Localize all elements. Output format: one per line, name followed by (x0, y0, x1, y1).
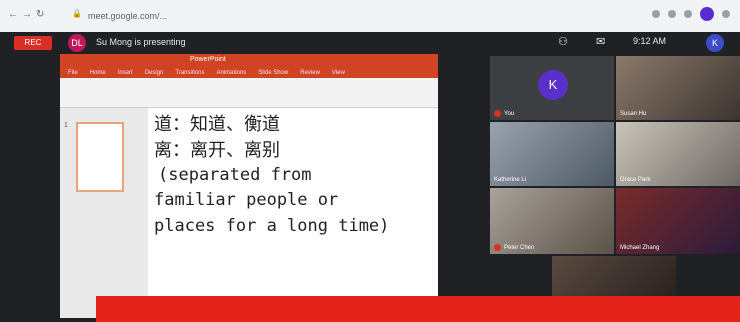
participant-tile-you[interactable]: K You (490, 56, 614, 120)
star-icon[interactable] (652, 10, 660, 18)
thumb-number: 1 (64, 122, 68, 129)
tab-animations[interactable]: Animations (217, 68, 247, 78)
participant-name: Peter Chen (504, 244, 535, 251)
participant-tile-1[interactable]: Susan Hu (616, 56, 740, 120)
forward-icon[interactable]: → (22, 9, 32, 20)
tab-transitions[interactable]: Transitions (175, 68, 204, 78)
browser-toolbar: ← → ↻ 🔒 meet.google.com/... (0, 0, 740, 32)
mic-off-icon (494, 110, 501, 117)
extension-icon-2[interactable] (684, 10, 692, 18)
mic-off-icon (494, 244, 501, 251)
tab-home[interactable]: Home (90, 68, 106, 78)
back-icon[interactable]: ← (8, 9, 18, 20)
self-view (552, 256, 676, 296)
tab-insert[interactable]: Insert (118, 68, 133, 78)
participant-tile-2[interactable]: Katherine Li (490, 122, 614, 186)
browser-actions (652, 7, 730, 21)
participant-tile-3[interactable]: Grace Park (616, 122, 740, 186)
menu-icon[interactable] (722, 10, 730, 18)
participant-tile-4[interactable]: Peter Chen (490, 188, 614, 254)
ppt-title: PowerPoint (190, 56, 226, 63)
ribbon-tabs: File Home Insert Design Transitions Anim… (60, 68, 438, 78)
lock-icon: 🔒 (72, 9, 82, 18)
reload-icon[interactable]: ↻ (36, 9, 44, 20)
slide-thumbnail[interactable] (76, 122, 124, 192)
slide-line-1: 道：知道、衡道 (154, 114, 280, 135)
presentation-window: PowerPoint File Home Insert Design Trans… (60, 54, 438, 318)
extension-icon[interactable] (668, 10, 676, 18)
participant-name: Michael Zhang (620, 245, 660, 251)
slide-line-4: familiar people or (154, 190, 339, 210)
slide-line-3: (separated from (158, 165, 312, 185)
ribbon-toolbar[interactable] (60, 78, 438, 108)
meet-top-bar: REC DL Su Mong is presenting ⚇ ✉ 9:12 AM… (0, 32, 740, 54)
chat-icon[interactable]: ✉ (596, 35, 605, 48)
tab-slideshow[interactable]: Slide Show (258, 68, 288, 78)
participant-avatar: K (538, 70, 568, 100)
slide-line-5: places for a long time) (154, 216, 390, 236)
ppt-titlebar: PowerPoint (60, 54, 438, 68)
participant-name: Grace Park (620, 177, 651, 183)
tab-review[interactable]: Review (300, 68, 320, 78)
profile-avatar[interactable] (700, 7, 714, 21)
slide-canvas: 道：知道、衡道 离：离开、离别 (separated from familiar… (150, 108, 438, 318)
participant-name: You (504, 110, 515, 117)
presenting-label: Su Mong is presenting (96, 37, 186, 47)
user-avatar[interactable]: K (706, 34, 724, 52)
recording-badge: REC (14, 36, 52, 50)
clock: 9:12 AM (633, 36, 667, 46)
tab-file[interactable]: File (68, 68, 78, 78)
tab-view[interactable]: View (332, 68, 345, 78)
people-icon[interactable]: ⚇ (558, 35, 568, 48)
slide-thumbnail-pane: 1 (60, 108, 148, 318)
participant-tile-5[interactable]: Michael Zhang (616, 188, 740, 254)
participant-name: Katherine Li (494, 177, 527, 183)
address-bar[interactable]: meet.google.com/... (88, 8, 608, 24)
tab-design[interactable]: Design (145, 68, 164, 78)
participant-name: Susan Hu (620, 111, 647, 117)
ppt-statusbar (0, 314, 60, 322)
presenter-avatar: DL (68, 34, 86, 52)
red-banner (96, 296, 740, 322)
slide-line-2: 离：离开、离别 (154, 140, 280, 161)
